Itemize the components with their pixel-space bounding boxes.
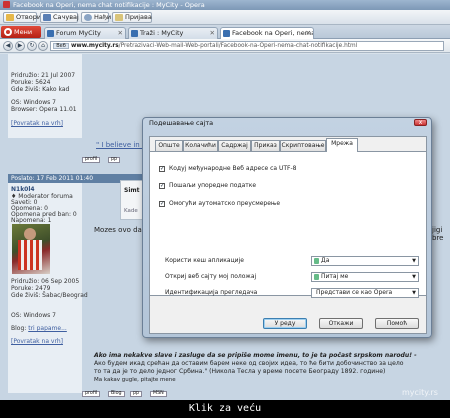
browser-id-select[interactable]: Представи се као Opera ▼ [311, 288, 419, 298]
post2-field-partial: Kade [124, 208, 138, 214]
watermark: mycity.rs [402, 388, 438, 397]
tab-content[interactable]: Садржај [218, 140, 251, 151]
post2-joined: Pridružio: 06 Sep 2005 [11, 278, 80, 285]
tab-bar: Мени Forum MyCity ✕ Traži : MyCity ✕ Fac… [0, 25, 450, 39]
reload-icon[interactable]: ↻ [27, 41, 37, 51]
tab-cookies[interactable]: Колачићи [183, 140, 218, 151]
tab-scripting[interactable]: Скриптовање [280, 140, 326, 151]
geolocation-select[interactable]: Питај ме ▼ [311, 272, 419, 282]
dialog-title: Подешавање сајта [149, 119, 214, 127]
folder-icon [6, 14, 14, 21]
referrer-label: Пошаљи упоредне податке [169, 182, 257, 189]
close-tab-icon[interactable]: ✕ [306, 28, 311, 39]
window-titlebar: Facebook na Operi, nema chat notifikacij… [0, 0, 450, 10]
app-cache-select[interactable]: Да ▼ [311, 256, 419, 266]
post2-posts: Poruke: 2479 [11, 285, 51, 292]
blog-button[interactable]: Blog [108, 391, 125, 397]
post2-inner-box [120, 180, 144, 220]
cancel-button[interactable]: Откажи [319, 318, 363, 329]
pm-button[interactable]: pp [130, 391, 143, 397]
save-button[interactable]: Сачувај [40, 12, 79, 23]
forward-icon[interactable]: ▶ [15, 41, 25, 51]
open-button[interactable]: Отвори [3, 12, 41, 23]
post2-date: Poslato: 17 Feb 2011 01:40 [11, 175, 94, 182]
avatar [12, 224, 50, 274]
browser-screenshot: Facebook na Operi, nema chat notifikacij… [0, 0, 450, 400]
opera-logo-icon [3, 1, 10, 8]
option-icon [314, 274, 319, 280]
address-bar: ◀ ▶ ↻ ⌂ Веб www.mycity.rs/Pretrazivaci-W… [0, 39, 450, 53]
back-to-top-link[interactable]: [Povratak na vrh] [11, 338, 63, 345]
url-host: www.mycity.rs [71, 43, 119, 49]
browser-id-label: Идентификација прегледача [165, 289, 258, 296]
pm-button[interactable]: pp [108, 157, 121, 163]
profile-button[interactable]: profil [82, 391, 101, 397]
network-panel: ✓ Кодуј међународне Веб адресе са UTF-8 … [149, 151, 427, 298]
app-cache-label: Користи кеш апликације [165, 257, 244, 264]
close-icon[interactable]: x [414, 119, 427, 126]
post1-os: OS: Windows 7 [11, 99, 56, 106]
site-preferences-dialog: Подешавање сајта x Опште Колачићи Садржа… [142, 117, 432, 338]
enlarge-caption[interactable]: Klik za veću [0, 400, 450, 418]
geolocation-label: Откриј веб сајту мој положај [165, 273, 257, 280]
post2-os: OS: Windows 7 [11, 312, 56, 319]
post1-location: Gde živiš: Kako kad [11, 86, 70, 93]
web-badge: Веб [53, 43, 69, 49]
opera-o-icon [4, 28, 12, 36]
signin-icon [115, 14, 123, 21]
find-button[interactable]: Нађи [81, 12, 111, 23]
chevron-down-icon: ▼ [412, 290, 416, 296]
utf8-label: Кодуј међународне Веб адресе са UTF-8 [169, 165, 297, 172]
chevron-down-icon: ▼ [412, 274, 416, 280]
post2-signature: Ako ima nekakve slave i zasluge da se pr… [94, 352, 417, 383]
redirect-label: Омогући аутоматско преусмерење [169, 200, 281, 207]
post2-right-partial: jigi bre [432, 226, 444, 242]
post2-author[interactable]: N1k0l4 [11, 186, 35, 193]
redirect-checkbox[interactable]: ✓ [159, 201, 165, 207]
tab-forum[interactable]: Forum MyCity ✕ [44, 27, 126, 39]
blog-link[interactable]: tri papame... [28, 325, 67, 332]
post1-browser: Browser: Opera 11.01 [11, 106, 77, 113]
post1-posts: Poruke: 5624 [11, 79, 51, 86]
address-field[interactable]: Веб www.mycity.rs/Pretrazivaci-Web-mail-… [50, 41, 444, 51]
avatar-jersey [18, 240, 42, 270]
close-tab-icon[interactable]: ✕ [210, 28, 215, 39]
msn-button[interactable]: MSN [150, 391, 167, 397]
help-button[interactable]: Помоћ [375, 318, 419, 329]
tab-general[interactable]: Опште [155, 140, 183, 151]
utf8-checkbox[interactable]: ✓ [159, 166, 165, 172]
signin-button[interactable]: Пријава [112, 12, 152, 23]
main-toolbar: Отвори Сачувај Нађи Пријава [0, 10, 450, 25]
post1-joined: Pridružio: 21 Jul 2007 [11, 72, 76, 79]
back-to-top-link[interactable]: [Povratak na vrh] [11, 120, 63, 127]
opera-menu-button[interactable]: Мени [1, 26, 41, 38]
profile-button[interactable]: profil [82, 157, 101, 163]
home-icon[interactable]: ⌂ [38, 41, 48, 51]
save-icon [43, 14, 51, 21]
avatar-head [24, 228, 36, 240]
post2-body-partial: Mozes ovo da [94, 226, 142, 234]
url-path: /Pretrazivaci-Web-mail-Web-portali/Faceb… [118, 43, 358, 49]
post2-location: Gde živiš: Šabac/Beograd [11, 292, 88, 299]
chevron-down-icon: ▼ [412, 258, 416, 264]
post2-title-partial: Simt [124, 187, 140, 194]
search-icon [84, 14, 92, 21]
favicon-icon [223, 30, 230, 37]
tab-network[interactable]: Мрежа [326, 138, 358, 152]
post2-reward: Napomena: 1 [11, 217, 52, 224]
close-tab-icon[interactable]: ✕ [118, 28, 123, 39]
post2-blog: Blog: tri papame... [11, 325, 67, 332]
tab-facebook-opera[interactable]: Facebook na Operi, nema... ✕ [220, 27, 314, 39]
tab-display[interactable]: Приказ [251, 140, 280, 151]
option-icon [314, 258, 319, 264]
post1-quote: " I believe in c [96, 141, 146, 149]
ok-button[interactable]: У реду [263, 318, 307, 329]
window-title: Facebook na Operi, nema chat notifikacij… [13, 1, 205, 9]
back-icon[interactable]: ◀ [3, 41, 13, 51]
favicon-icon [47, 30, 54, 37]
tab-search[interactable]: Traži : MyCity ✕ [128, 27, 218, 39]
favicon-icon [131, 30, 138, 37]
referrer-checkbox[interactable]: ✓ [159, 183, 165, 189]
